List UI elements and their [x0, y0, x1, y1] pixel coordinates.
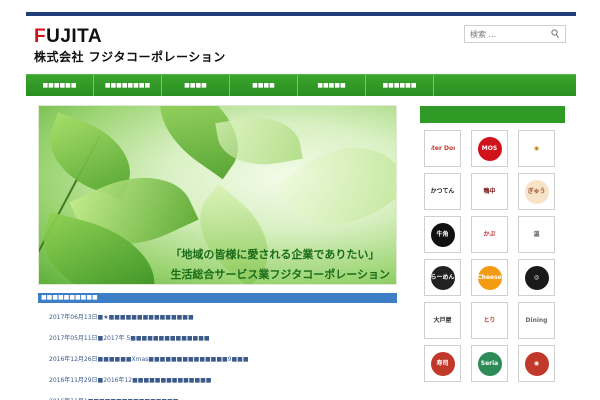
brand-logo-link[interactable]: ◎ — [518, 259, 555, 296]
brand-logo-image: Dining — [524, 308, 549, 333]
brand-logo-image: 牛角 — [430, 222, 455, 247]
brand-logo-image: かつてん — [430, 179, 455, 204]
brand-logo-image: ◉ — [524, 351, 549, 376]
search-input[interactable] — [465, 26, 549, 42]
brand-logo-image: 寿司 — [430, 351, 455, 376]
brand-logo-image: ◉ — [524, 136, 549, 161]
hero-caption: 「地域の皆様に愛される企業でありたい」 生活総合サービス業フジタコーポレーション — [170, 246, 390, 282]
brand-logo-link[interactable]: Cheese — [471, 259, 508, 296]
news-list: 2017年06月13日■★■■■■■■■■■■■■■■■ 2017年05月11日■… — [49, 313, 389, 400]
brand-logo-image: 大戸屋 — [430, 308, 455, 333]
nav-item[interactable]: ■■■■■■ — [366, 75, 434, 96]
brand-logo-link[interactable]: Mister Donut — [424, 130, 461, 167]
brand-grid: Mister Donut MOS ◉ かつてん鴨中ぎゅう牛角かぶ温らーめん Cheese… — [424, 130, 564, 382]
news-item-link[interactable]: 2017年06月13日■★■■■■■■■■■■■■■■■ — [49, 313, 389, 334]
search-box[interactable] — [464, 25, 566, 43]
brand-logo-image: Cheese — [477, 265, 502, 290]
brand-logo-image: かぶ — [477, 222, 502, 247]
brand-logo-link[interactable]: とり — [471, 302, 508, 339]
nav-item[interactable]: ■■■■■■■■ — [94, 75, 162, 96]
news-item-link[interactable]: 2016年11月29日■2016年12■■■■■■■■■■■■■■ — [49, 376, 389, 397]
main-nav: ■■■■■■ ■■■■■■■■ ■■■■ ■■■■ ■■■■■ ■■■■■■ — [26, 74, 576, 96]
brand-logo-link[interactable]: ◉ — [518, 345, 555, 382]
brand-logo-link[interactable]: 大戸屋 — [424, 302, 461, 339]
logo-wordmark: FUJITA — [34, 26, 103, 47]
hero-banner: 「地域の皆様に愛される企業でありたい」 生活総合サービス業フジタコーポレーション — [38, 105, 397, 285]
news-item-link[interactable]: 2017年05月11日■2017年 5■■■■■■■■■■■■■■ — [49, 334, 389, 355]
top-rule — [26, 12, 576, 16]
brand-logo-image: ぎゅう — [524, 179, 549, 204]
brand-logo-image: とり — [477, 308, 502, 333]
search-icon[interactable] — [551, 29, 559, 42]
brand-logo-link[interactable]: 温 — [518, 216, 555, 253]
brand-logo-link[interactable]: MOS — [471, 130, 508, 167]
brand-logo-link[interactable]: Seria — [471, 345, 508, 382]
brand-logo-link[interactable]: 牛角 — [424, 216, 461, 253]
nav-item[interactable]: ■■■■ — [162, 75, 230, 96]
brand-logo-link[interactable]: かぶ — [471, 216, 508, 253]
brand-logo-image: 鴨中 — [477, 179, 502, 204]
brand-logo-image: 温 — [524, 222, 549, 247]
hero-tagline: 生活総合サービス業フジタコーポレーション — [170, 268, 390, 281]
nav-item[interactable]: ■■■■■ — [298, 75, 366, 96]
sidebar-header — [420, 106, 565, 123]
brand-logo-image: MOS — [477, 136, 502, 161]
news-item-link[interactable]: 2016年12月26日■■■■■■Xmas■■■■■■■■■■■■■■9■■■ — [49, 355, 389, 376]
logo-company-name: 株式会社 フジタコーポレーション — [34, 50, 226, 64]
brand-logo-link[interactable]: 寿司 — [424, 345, 461, 382]
brand-logo-image: Seria — [477, 351, 502, 376]
news-section-header: ■■■■■■■■■■ — [38, 293, 397, 303]
brand-logo-link[interactable]: らーめん — [424, 259, 461, 296]
nav-item[interactable]: ■■■■ — [230, 75, 298, 96]
nav-item[interactable]: ■■■■■■ — [26, 75, 94, 96]
hero-slogan: 「地域の皆様に愛される企業でありたい」 — [170, 248, 380, 261]
company-logo[interactable]: FUJITA 株式会社 フジタコーポレーション — [34, 26, 225, 66]
brand-logo-link[interactable]: Dining — [518, 302, 555, 339]
brand-logo-image: ◎ — [524, 265, 549, 290]
brand-logo-image: らーめん — [430, 265, 455, 290]
brand-logo-image: Mister Donut — [430, 136, 455, 161]
brand-logo-link[interactable]: ◉ — [518, 130, 555, 167]
brand-logo-link[interactable]: かつてん — [424, 173, 461, 210]
brand-logo-link[interactable]: ぎゅう — [518, 173, 555, 210]
brand-logo-link[interactable]: 鴨中 — [471, 173, 508, 210]
